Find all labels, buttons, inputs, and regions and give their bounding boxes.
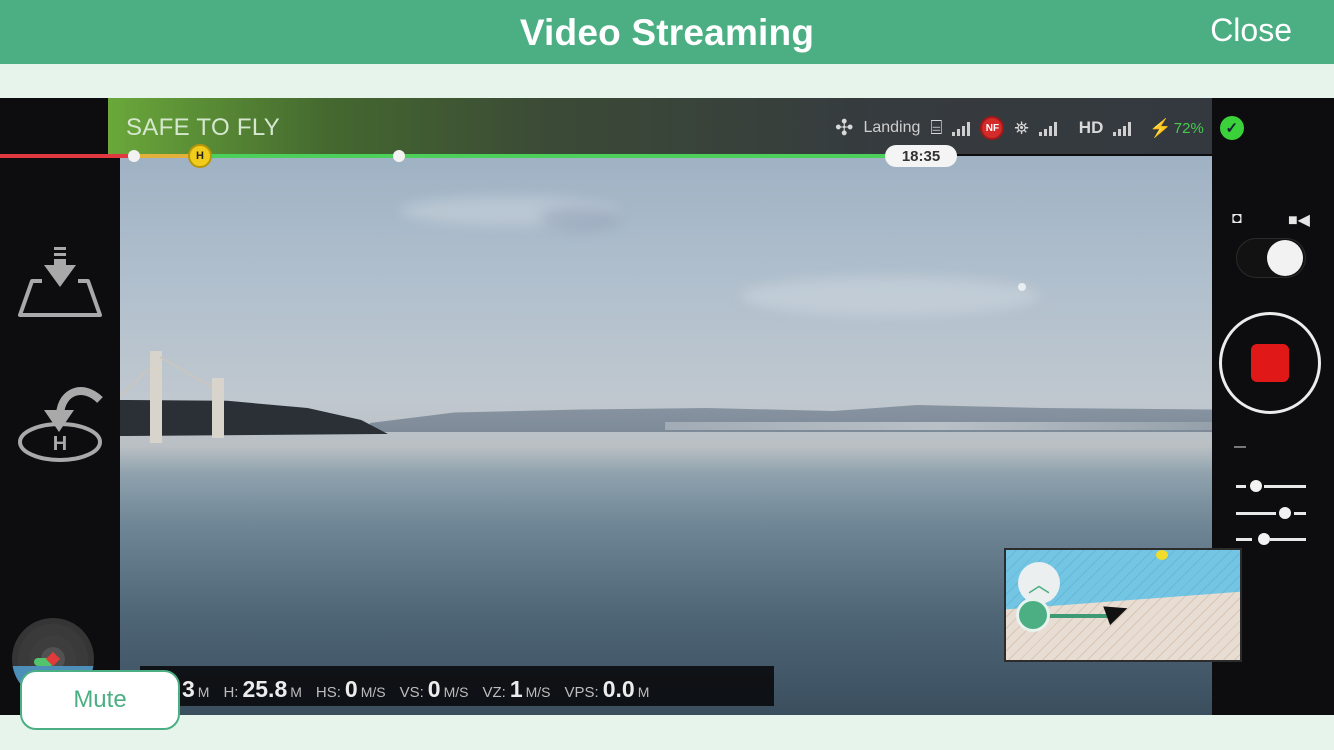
- page-title: Video Streaming: [519, 12, 815, 53]
- stop-record-icon: [1251, 344, 1289, 382]
- home-heading-line: [1048, 614, 1110, 618]
- vertical-speed-value: 0: [427, 676, 441, 702]
- mute-button[interactable]: Mute: [20, 670, 180, 730]
- battery-percent: 72%: [1173, 119, 1204, 137]
- video-camera-icon[interactable]: ■◀: [1288, 210, 1310, 230]
- telemetry-label: VS:: [399, 684, 424, 701]
- track-marker: [393, 150, 405, 162]
- shoreline: [665, 422, 1212, 430]
- return-home-icon: H: [18, 387, 103, 462]
- svg-text:H: H: [53, 433, 67, 455]
- landing-icon: [18, 247, 102, 317]
- divider: [1234, 446, 1246, 448]
- track-marker: [128, 150, 140, 162]
- minimap[interactable]: ︿: [1004, 548, 1242, 662]
- bridge-tower: [212, 378, 224, 438]
- status-indicators: ✣ Landing ⌸ NF ⛯ HD ⚡ 72% ✓: [835, 113, 1254, 143]
- home-marker: H: [188, 144, 212, 168]
- height-value: 25.8: [242, 676, 288, 702]
- telemetry-unit: M/S: [525, 684, 551, 700]
- telemetry-label: VZ:: [482, 684, 506, 701]
- distance-value: 3: [182, 676, 195, 702]
- return-home-button[interactable]: H: [14, 380, 106, 470]
- cloud: [740, 276, 1040, 316]
- telemetry-label: H:: [223, 684, 239, 701]
- aircraft-arrow-icon: [1103, 598, 1131, 626]
- battery-track-critical: [0, 154, 134, 158]
- close-button[interactable]: Close: [1210, 12, 1292, 49]
- video-stream: SAFE TO FLY ✣ Landing ⌸ NF ⛯ HD ⚡ 72% ✓ …: [0, 98, 1334, 715]
- remote-controller-icon: ⌸: [930, 116, 943, 139]
- nav-bar: Video Streaming Close: [0, 0, 1334, 64]
- battery-icon: ⚡: [1149, 117, 1172, 138]
- photo-video-toggle[interactable]: [1236, 238, 1306, 278]
- telemetry-unit: M: [637, 684, 650, 700]
- telemetry-label: HS:: [315, 684, 341, 701]
- toggle-knob: [1267, 240, 1303, 276]
- auto-land-button[interactable]: [14, 243, 106, 333]
- home-point-icon: [1016, 598, 1050, 632]
- cloud: [540, 206, 620, 230]
- vps-value: 0.0: [602, 676, 635, 702]
- telemetry-unit: M/S: [443, 684, 469, 700]
- chevron-up-icon[interactable]: ︿: [1018, 562, 1060, 604]
- record-button[interactable]: [1219, 312, 1321, 414]
- bridge-cable: [120, 368, 149, 398]
- flight-time: 18:35: [885, 145, 957, 167]
- map-marker: [1156, 550, 1168, 560]
- hd-signal-icon: [1113, 120, 1132, 136]
- telemetry-unit: M: [290, 684, 302, 700]
- telemetry-unit: M/S: [360, 684, 386, 700]
- rc-signal-icon: [952, 120, 971, 136]
- bridge-tower: [150, 351, 162, 443]
- camera-icon[interactable]: ◘: [1232, 210, 1242, 228]
- video-quality: HD: [1078, 118, 1104, 137]
- flight-mode: Landing: [863, 119, 921, 136]
- horizontal-speed-value: 0: [344, 676, 358, 702]
- vz-value: 1: [509, 676, 523, 702]
- no-fly-zone-icon[interactable]: NF: [980, 116, 1005, 140]
- battery-track-ok: [200, 154, 922, 158]
- telemetry-bar: 3 M H: 25.8 M HS: 0 M/S VS: 0 M/S VZ: 1 …: [140, 666, 774, 706]
- satellite-icon: ⛯: [1014, 117, 1029, 138]
- telemetry-unit: M: [197, 684, 210, 700]
- bridge-cable: [159, 356, 213, 388]
- telemetry-label: VPS:: [564, 684, 599, 701]
- gps-signal-icon: [1038, 120, 1057, 136]
- sky-object: [1018, 283, 1026, 291]
- flight-status-text: SAFE TO FLY: [126, 114, 281, 141]
- drone-icon: ✣: [835, 115, 854, 140]
